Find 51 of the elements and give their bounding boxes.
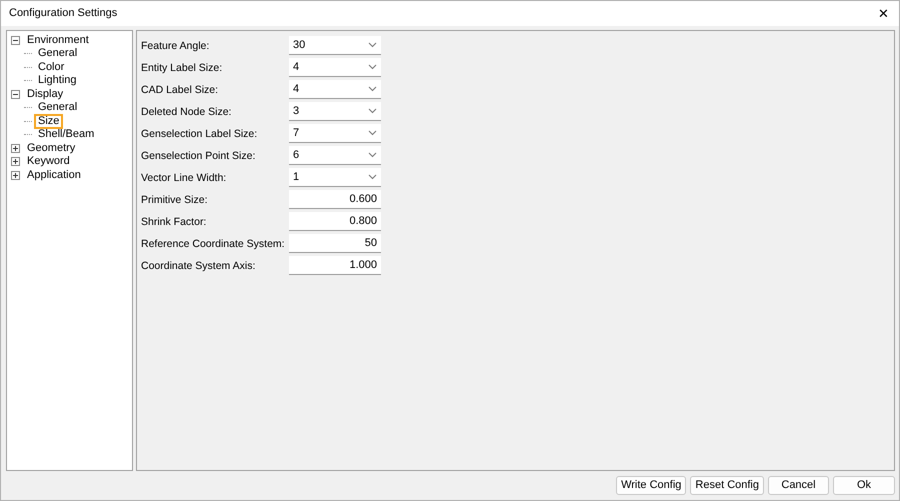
- chevron-down-icon: [368, 130, 377, 136]
- input-field[interactable]: 1.000: [289, 256, 381, 276]
- tree-item[interactable]: Geometry: [23, 140, 80, 156]
- tree-item[interactable]: General: [34, 100, 82, 116]
- setting-label: Entity Label Size:: [141, 62, 224, 74]
- tree-item[interactable]: Size: [34, 114, 64, 129]
- expand-icon[interactable]: [11, 144, 20, 153]
- setting-label: CAD Label Size:: [141, 84, 220, 96]
- setting-label: Vector Line Width:: [141, 172, 228, 184]
- dropdown-field[interactable]: 6: [289, 146, 381, 166]
- close-button[interactable]: ✕: [876, 6, 891, 21]
- setting-label: Coordinate System Axis:: [141, 260, 256, 272]
- tree-item[interactable]: Color: [34, 60, 68, 75]
- input-field[interactable]: 0.600: [289, 190, 381, 210]
- dialog-button[interactable]: Reset Config: [690, 476, 764, 495]
- expand-icon[interactable]: [11, 170, 20, 180]
- tree-item[interactable]: Application: [23, 168, 85, 183]
- dropdown-field[interactable]: 4: [289, 58, 381, 78]
- dropdown-field[interactable]: 4: [289, 80, 381, 100]
- expand-icon[interactable]: [11, 157, 20, 166]
- chevron-down-icon: [368, 64, 377, 70]
- collapse-icon[interactable]: [11, 90, 20, 99]
- tree-item[interactable]: Keyword: [23, 154, 74, 170]
- dialog-button[interactable]: Cancel: [768, 476, 829, 495]
- input-field[interactable]: 50: [289, 234, 381, 254]
- dialog-button[interactable]: Write Config: [616, 476, 686, 495]
- chevron-down-icon: [368, 86, 377, 92]
- setting-label: Primitive Size:: [141, 194, 209, 206]
- setting-label: Deleted Node Size:: [141, 106, 232, 118]
- chevron-down-icon: [368, 108, 377, 114]
- tree-item[interactable]: Environment: [23, 32, 93, 48]
- setting-label: Reference Coordinate System:: [141, 238, 286, 250]
- tree-item[interactable]: Display: [23, 86, 68, 102]
- setting-label: Feature Angle:: [141, 40, 210, 52]
- collapse-icon[interactable]: [11, 36, 20, 45]
- setting-label: Genselection Label Size:: [141, 128, 258, 140]
- dropdown-field[interactable]: 1: [289, 168, 381, 188]
- tree-item[interactable]: Lighting: [34, 73, 81, 88]
- tree-item[interactable]: Shell/Beam: [34, 127, 98, 142]
- chevron-down-icon: [368, 42, 377, 48]
- window-title: Configuration Settings: [9, 7, 118, 20]
- chevron-down-icon: [368, 152, 377, 158]
- dropdown-field[interactable]: 7: [289, 124, 381, 144]
- setting-label: Genselection Point Size:: [141, 150, 256, 162]
- chevron-down-icon: [368, 174, 377, 180]
- dropdown-field[interactable]: 3: [289, 102, 381, 122]
- input-field[interactable]: 0.800: [289, 212, 381, 232]
- setting-label: Shrink Factor:: [141, 216, 208, 228]
- tree-item[interactable]: General: [34, 46, 82, 62]
- dialog-button[interactable]: Ok: [833, 476, 895, 495]
- dropdown-field[interactable]: 30: [289, 36, 381, 56]
